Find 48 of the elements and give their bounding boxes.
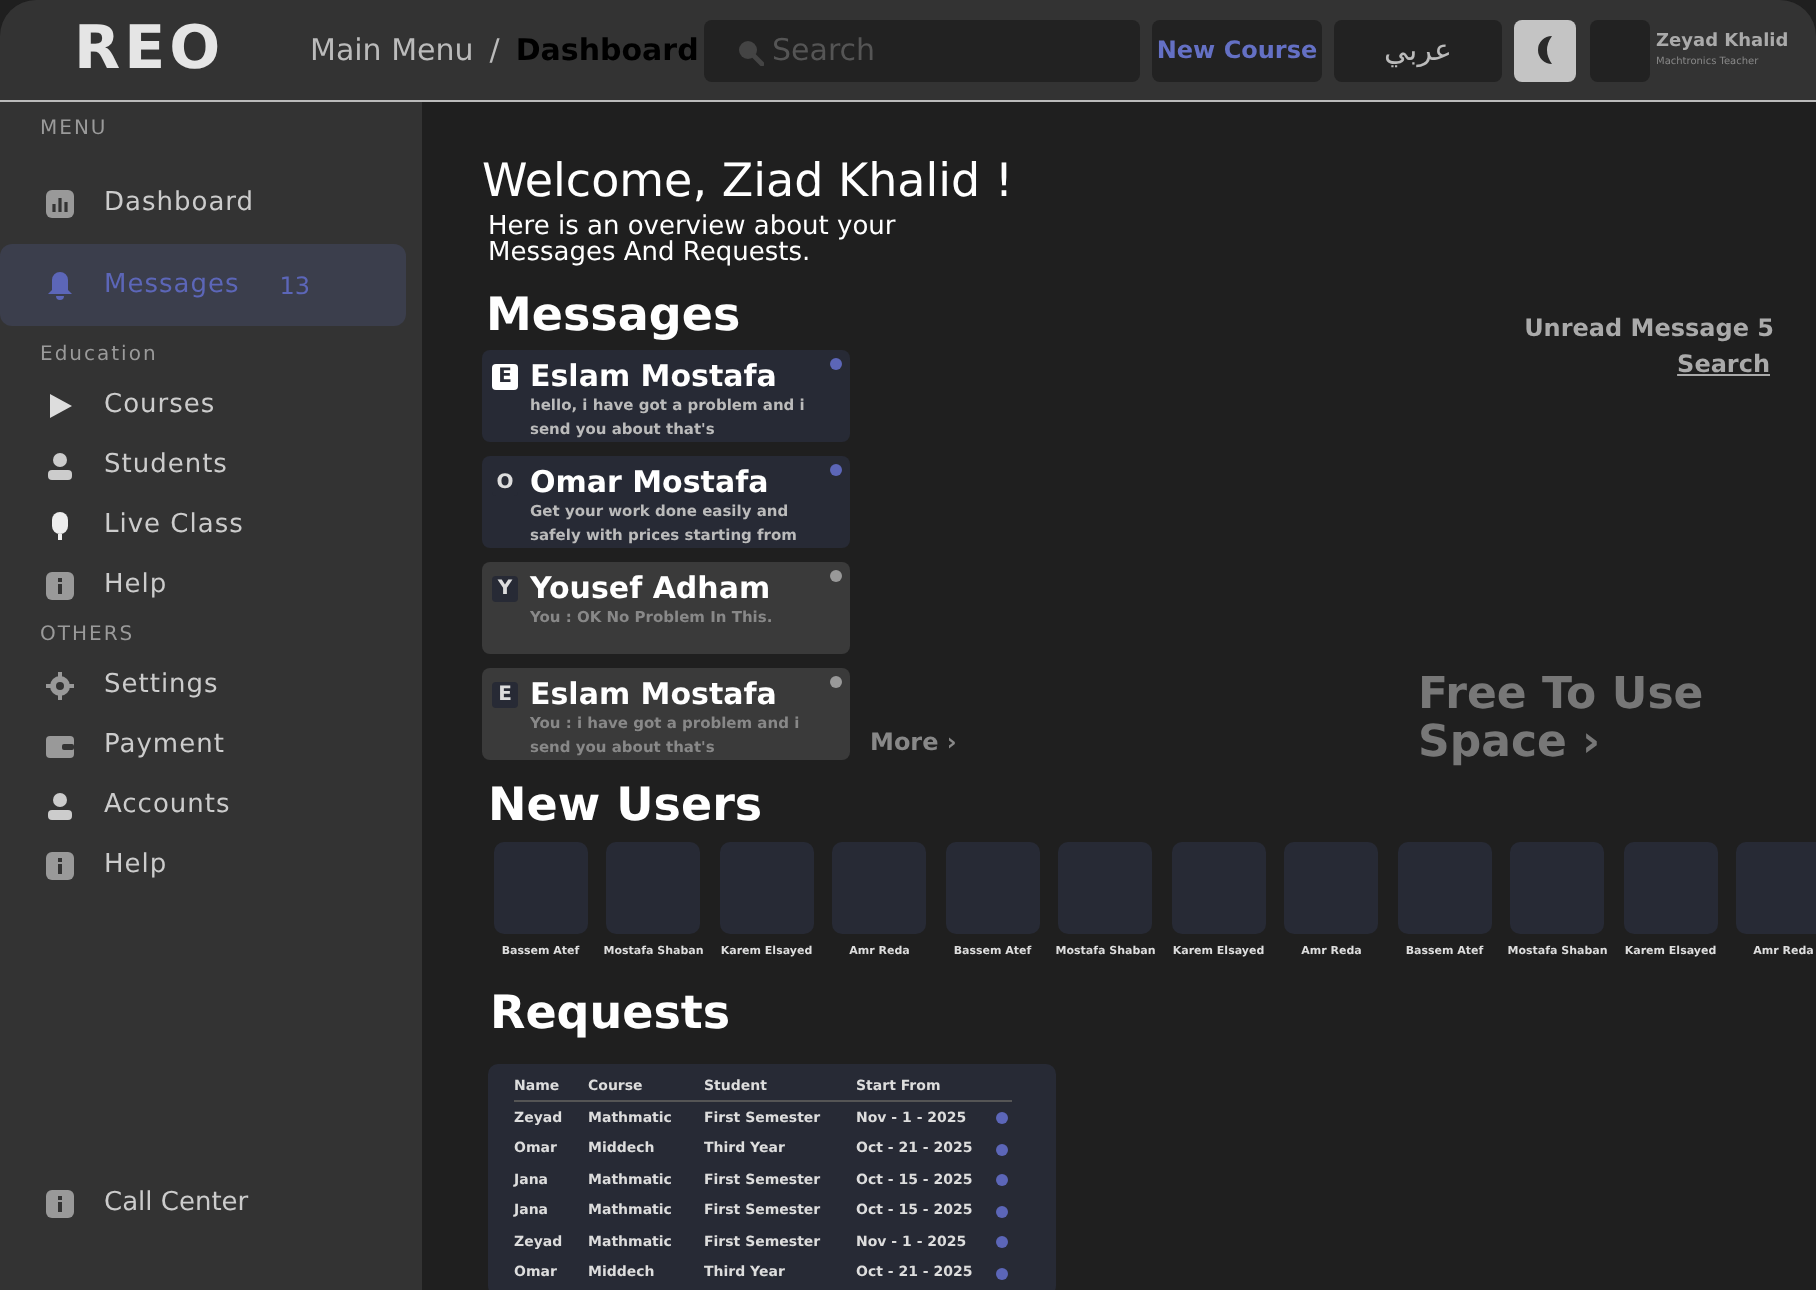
info-icon [44,850,76,882]
welcome-title: Welcome, Ziad Khalid ! [482,154,1016,210]
wallet-icon [44,730,76,762]
sidebar-item[interactable]: Accounts [0,776,406,836]
play-icon [44,390,76,422]
message-count: 13 [279,269,310,303]
unread-count: Unread Message 5 [1524,312,1774,346]
theme-toggle-button[interactable] [1514,19,1576,81]
more-link[interactable]: More › [870,724,957,760]
section-title: New Users [486,778,763,836]
person-icon [44,450,76,482]
sender-name: Omar Mostafa [530,464,771,500]
avatar-initial: E [492,682,518,708]
welcome-subtitle: Here is an overview about your Messages And Requests. [486,214,898,266]
search-icon [736,37,764,65]
sidebar-item[interactable]: Dashboard [0,174,406,234]
bell-icon [44,269,76,301]
sender-name: Eslam Mostafa [530,358,779,394]
gear-icon [44,670,76,702]
breadcrumb-item[interactable]: Main Menu [310,27,474,73]
sidebar-item[interactable]: Help [0,556,406,616]
sidebar-item[interactable]: Help [0,836,406,896]
user-name: Zeyad Khalid [1656,32,1789,55]
section-title: Requests [488,986,731,1045]
info-icon [44,1188,76,1220]
person-icon [44,790,76,822]
sidebar-item[interactable]: Call Center [0,1174,422,1234]
logo: REO [74,20,227,80]
avatar-initial: Y [492,576,518,602]
sidebar-item[interactable]: Live Class [0,496,406,556]
sidebar-item[interactable]: Settings [0,656,406,716]
breadcrumb-separator: / [489,29,500,72]
free-space-link[interactable]: Free To Use Space › [1418,672,1758,768]
section-title: Messages [484,288,741,346]
avatar-initial: E [492,364,518,390]
sidebar-item[interactable]: Payment [0,716,406,776]
section-heading: Education [38,342,160,370]
section-heading: OTHERS [38,622,137,650]
bar-chart-icon [44,188,76,220]
sidebar-item[interactable]: Students [0,436,406,496]
search-link[interactable]: Search [1677,346,1770,382]
section-heading: MENU [38,116,110,144]
language-button[interactable]: عربي [1334,19,1502,81]
sender-name: Eslam Mostafa [530,676,779,712]
info-icon [44,570,76,602]
sender-name: Yousef Adham [530,570,773,606]
sidebar-item[interactable]: Courses [0,376,406,436]
new-course-button[interactable]: New Course [1152,19,1322,81]
